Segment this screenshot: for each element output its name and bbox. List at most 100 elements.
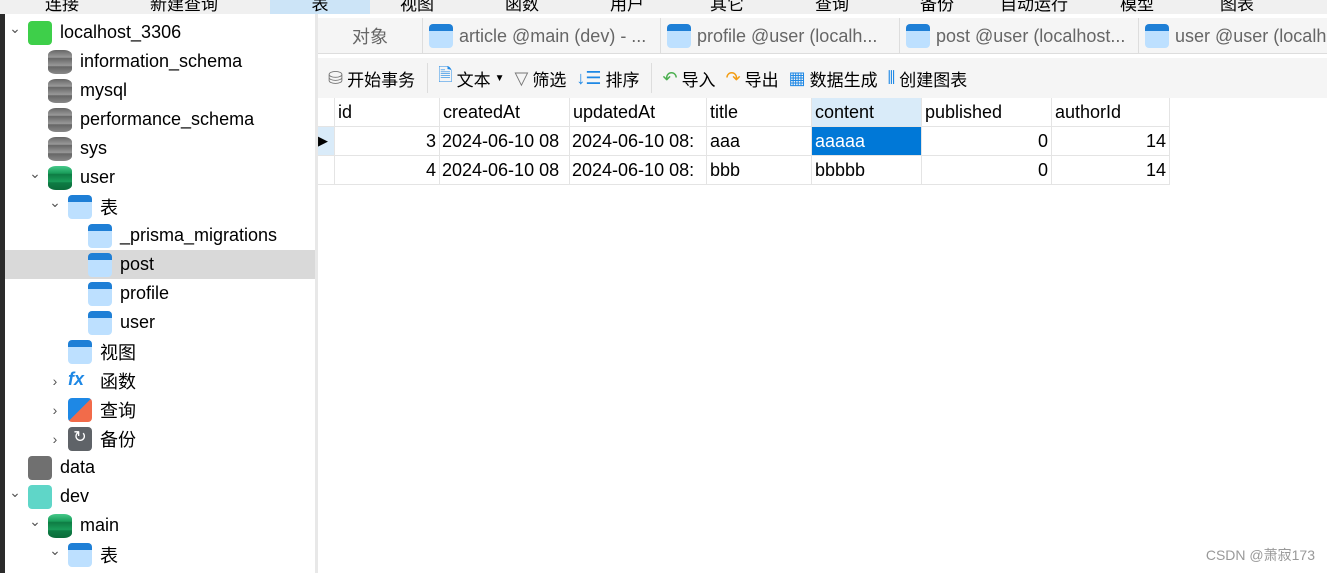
chevron-down-icon[interactable]: ⌄ xyxy=(8,20,22,37)
cell-updatedAt[interactable]: 2024-06-10 08: xyxy=(570,127,707,156)
tree-item-[interactable]: › 查询 xyxy=(5,395,315,424)
filter-button[interactable]: ▽ 筛选 xyxy=(514,66,566,91)
tree-item-performanceschema[interactable]: performance_schema xyxy=(5,105,315,134)
sort-button[interactable]: ↓☰ 排序 xyxy=(576,66,639,91)
chevron-down-icon[interactable]: ⌄ xyxy=(28,165,42,182)
cell-published[interactable]: 0 xyxy=(922,156,1052,185)
tree-item-main[interactable]: ⌄ main xyxy=(5,511,315,540)
tree-item-dev[interactable]: ⌄ dev xyxy=(5,482,315,511)
dropdown-icon: ▼ xyxy=(494,72,505,84)
sqlite-connection-icon xyxy=(28,455,52,480)
chevron-down-icon[interactable]: ⌄ xyxy=(8,484,22,501)
tree-item-prismamigrations[interactable]: _prisma_migrations xyxy=(5,221,315,250)
menu-6[interactable]: 其它 xyxy=(710,0,744,14)
tree-item-sys[interactable]: sys xyxy=(5,134,315,163)
table-icon xyxy=(1145,24,1169,48)
tree-item-label: data xyxy=(60,457,96,477)
tree-item-[interactable]: › fx 函数 xyxy=(5,366,315,395)
tab-0[interactable]: 对象 xyxy=(318,18,423,54)
begin-transaction-button[interactable]: ⛁ 开始事务 xyxy=(328,66,415,91)
menu-9[interactable]: 自动运行 xyxy=(1000,0,1068,14)
backup-icon: ↻ xyxy=(68,426,92,451)
menu-5[interactable]: 用户 xyxy=(610,0,644,14)
row-indicator[interactable] xyxy=(318,98,335,127)
cell-content[interactable]: bbbbb xyxy=(812,156,922,185)
cell-title[interactable]: bbb xyxy=(707,156,812,185)
menu-8[interactable]: 备份 xyxy=(920,0,954,14)
database-icon xyxy=(48,78,72,103)
table-row[interactable]: ▶ 3 2024-06-10 08 2024-06-10 08: aaa aaaaa 0 14 xyxy=(318,127,1170,156)
cell-id[interactable]: 4 xyxy=(335,156,440,185)
menu-10[interactable]: 模型 xyxy=(1120,0,1154,14)
menu-7[interactable]: 查询 xyxy=(815,0,849,14)
database-icon xyxy=(48,136,72,161)
tree-item-user[interactable]: user xyxy=(5,308,315,337)
tab-2[interactable]: profile @user (localh... xyxy=(661,18,900,54)
tree-item-label: 函数 xyxy=(100,371,136,392)
grid-header: id createdAt updatedAt title content publishe… xyxy=(318,98,1170,127)
table-row[interactable]: 4 2024-06-10 08 2024-06-10 08: bbb bbbbb 0 14 xyxy=(318,156,1170,185)
tables-icon xyxy=(68,194,92,219)
navigator-tree[interactable]: ⌄ localhost_3306 information_schemamysql pe… xyxy=(5,14,315,573)
data-generation-button[interactable]: ▦ 数据生成 xyxy=(789,66,878,91)
current-row-indicator-icon[interactable]: ▶ xyxy=(318,127,335,156)
cell-id[interactable]: 3 xyxy=(335,127,440,156)
menu-0[interactable]: 连接 xyxy=(45,0,79,14)
tab-1[interactable]: article @main (dev) - ... xyxy=(423,18,661,54)
column-header-authorId[interactable]: authorId xyxy=(1052,98,1170,127)
tree-item-[interactable]: 视图 xyxy=(5,337,315,366)
chevron-down-icon[interactable]: ⌄ xyxy=(28,513,42,530)
table-icon xyxy=(88,310,112,335)
menu-1[interactable]: 新建查询 xyxy=(150,0,218,14)
tree-item-[interactable]: ⌄ 表 xyxy=(5,192,315,221)
create-chart-button[interactable]: ⫴ 创建图表 xyxy=(888,66,968,91)
menu-3[interactable]: 视图 xyxy=(400,0,434,14)
chevron-down-icon[interactable]: ⌄ xyxy=(48,542,62,559)
tree-item-user[interactable]: ⌄ user xyxy=(5,163,315,192)
tab-label: user @user (localh xyxy=(1175,25,1327,46)
menu-11[interactable]: 图表 xyxy=(1220,0,1254,14)
chart-icon: ⫴ xyxy=(887,67,896,88)
tab-4[interactable]: user @user (localh xyxy=(1139,18,1327,54)
tree-item-post[interactable]: post xyxy=(5,250,315,279)
tree-item-informationschema[interactable]: information_schema xyxy=(5,47,315,76)
tree-item-label: performance_schema xyxy=(80,109,255,129)
tree-item-mysql[interactable]: mysql xyxy=(5,76,315,105)
tree-item-localhost3306[interactable]: ⌄ localhost_3306 xyxy=(5,18,315,47)
cell-createdAt[interactable]: 2024-06-10 08 xyxy=(440,156,570,185)
tree-item-[interactable]: › ↻ 备份 xyxy=(5,424,315,453)
column-header-id[interactable]: id xyxy=(335,98,440,127)
transaction-icon: ⛁ xyxy=(328,67,344,88)
menu-4[interactable]: 函数 xyxy=(505,0,539,14)
row-indicator[interactable] xyxy=(318,156,335,185)
tree-item-profile[interactable]: profile xyxy=(5,279,315,308)
tab-3[interactable]: post @user (localhost... xyxy=(900,18,1139,54)
text-view-button[interactable]: 🗎 文本 ▼ xyxy=(438,63,504,93)
column-header-createdAt[interactable]: createdAt xyxy=(440,98,570,127)
menu-2[interactable]: 表 xyxy=(270,0,370,14)
chevron-right-icon[interactable]: › xyxy=(48,402,62,418)
table-icon xyxy=(88,252,112,277)
export-button[interactable]: ↷ 导出 xyxy=(726,66,779,91)
cell-title[interactable]: aaa xyxy=(707,127,812,156)
cell-authorId[interactable]: 14 xyxy=(1052,156,1170,185)
cell-content[interactable]: aaaaa xyxy=(812,127,922,156)
tree-item-label: user xyxy=(120,312,156,332)
database-icon xyxy=(48,49,72,74)
import-button[interactable]: ↶ 导入 xyxy=(662,66,715,91)
column-header-content[interactable]: content xyxy=(812,98,922,127)
cell-updatedAt[interactable]: 2024-06-10 08: xyxy=(570,156,707,185)
chevron-right-icon[interactable]: › xyxy=(48,431,62,447)
column-header-title[interactable]: title xyxy=(707,98,812,127)
tree-item-label: sys xyxy=(80,138,107,158)
cell-published[interactable]: 0 xyxy=(922,127,1052,156)
cell-authorId[interactable]: 14 xyxy=(1052,127,1170,156)
chevron-down-icon[interactable]: ⌄ xyxy=(48,194,62,211)
column-header-published[interactable]: published xyxy=(922,98,1052,127)
tree-item-label: mysql xyxy=(80,80,128,100)
cell-createdAt[interactable]: 2024-06-10 08 xyxy=(440,127,570,156)
tree-item-data[interactable]: data xyxy=(5,453,315,482)
tree-item-[interactable]: ⌄ 表 xyxy=(5,540,315,569)
chevron-right-icon[interactable]: › xyxy=(48,373,62,389)
column-header-updatedAt[interactable]: updatedAt xyxy=(570,98,707,127)
